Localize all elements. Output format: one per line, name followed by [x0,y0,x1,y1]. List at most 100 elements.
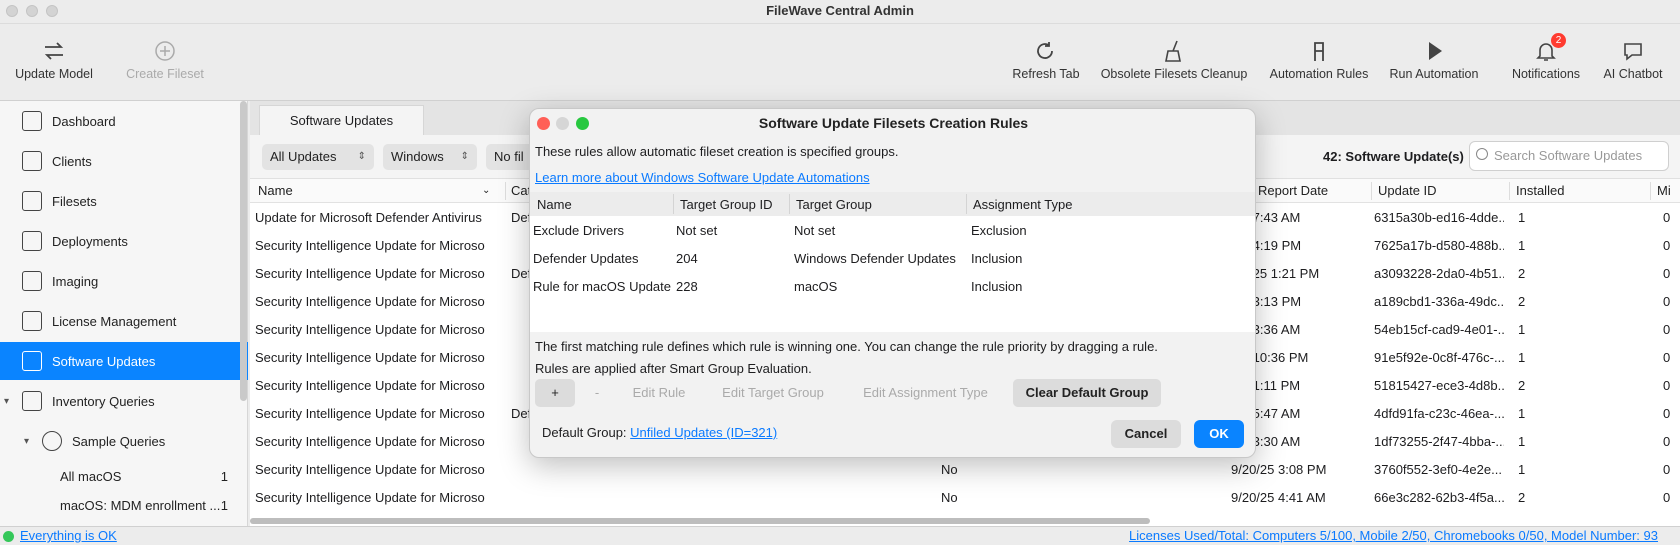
column-report-date[interactable]: Report Date [1258,183,1328,198]
search-placeholder: Search Software Updates [1494,148,1643,163]
cell-name: Security Intelligence Update for Microso… [255,294,485,309]
sidebar-scrollbar[interactable] [240,101,247,401]
cell-update-id: 6315a30b-ed16-4dde... [1374,210,1504,225]
sidebar-item-label: Dashboard [52,113,116,129]
rules-column-target-group[interactable]: Target Group [796,197,872,212]
cell-name: Security Intelligence Update for Microso… [255,238,485,253]
ok-button[interactable]: OK [1194,420,1244,448]
column-update-id[interactable]: Update ID [1378,183,1437,198]
sidebar-item-sample-queries[interactable]: ▾ Sample Queries [0,422,248,460]
inventory-queries-icon [22,391,42,411]
sidebar-item-filesets[interactable]: Filesets [0,182,248,220]
cell-update-id: 91e5f92e-0c8f-476c-... [1374,350,1504,365]
cell-missing: 0 [1663,462,1671,477]
rule-row[interactable]: Rule for macOS Update 228 macOS Inclusion [530,272,1255,300]
search-input[interactable]: Search Software Updates [1469,141,1669,171]
cell-installed: 1 [1518,406,1526,421]
sidebar-item-deployments[interactable]: Deployments [0,222,248,260]
sidebar-item-license-management[interactable]: License Management [0,302,248,340]
cell-installed: 2 [1518,378,1526,393]
cell-missing: 0 [1663,322,1671,337]
notifications-button[interactable]: 2 Notifications [1506,33,1586,81]
chevron-down-icon[interactable]: ▾ [24,436,29,447]
rules-column-target-id[interactable]: Target Group ID [680,197,773,212]
third-filter-value: No fil [494,149,524,164]
refresh-tab-button[interactable]: Refresh Tab [1008,37,1084,81]
query-count: 1 [220,497,228,513]
query-label: All macOS [60,468,122,484]
sidebar-item-label: Imaging [52,273,99,289]
close-window-button[interactable] [6,5,18,17]
sidebar-item-software-updates[interactable]: Software Updates [0,342,248,380]
chevron-down-icon[interactable]: ▾ [4,396,9,407]
default-group-link[interactable]: Unfiled Updates (ID=321) [630,425,777,440]
dialog-minimize-button[interactable] [556,117,569,130]
cell-installed: 2 [1518,490,1526,505]
clear-default-group-button[interactable]: Clear Default Group [1013,379,1161,407]
title-bar: FileWave Central Admin [0,0,1680,24]
edit-target-group-button[interactable]: Edit Target Group [708,379,838,407]
rule-assignment: Exclusion [971,223,1027,238]
update-model-button[interactable]: Update Model [14,37,94,81]
sidebar-item-dashboard[interactable]: Dashboard [0,102,248,140]
sidebar-item-clients[interactable]: Clients [0,142,248,180]
zoom-window-button[interactable] [46,5,58,17]
table-row[interactable]: Security Intelligence Update for Microso… [250,483,1680,511]
rule-target-group: Windows Defender Updates [794,251,956,266]
obsolete-filesets-cleanup-label: Obsolete Filesets Cleanup [1100,67,1248,81]
column-missing[interactable]: Mi [1657,183,1671,198]
sort-chevron-icon[interactable]: ⌄ [482,185,490,196]
rule-row[interactable]: Exclude Drivers Not set Not set Exclusion [530,216,1255,244]
platform-filter-select[interactable]: Windows ⇕ [383,144,477,170]
rule-name: Exclude Drivers [533,223,625,238]
rules-column-name[interactable]: Name [537,197,572,212]
cell-missing: 0 [1663,406,1671,421]
evaluation-note: Rules are applied after Smart Group Eval… [535,361,812,376]
table-row[interactable]: Security Intelligence Update for Microso… [250,455,1680,483]
toolbar: Update Model Create Fileset Refresh Tab … [0,25,1680,101]
cancel-button[interactable]: Cancel [1111,420,1181,448]
cell-installed: 2 [1518,266,1526,281]
update-model-icon [44,42,64,60]
run-automation-button[interactable]: Run Automation [1386,37,1482,81]
licenses-link[interactable]: Licenses Used/Total: Computers 5/100, Mo… [1129,528,1658,543]
rules-column-assignment[interactable]: Assignment Type [973,197,1072,212]
create-fileset-button[interactable]: Create Fileset [122,37,208,81]
sidebar-item-imaging[interactable]: Imaging [0,262,248,300]
update-model-label: Update Model [15,67,93,81]
cell-installed: 2 [1518,294,1526,309]
obsolete-filesets-cleanup-button[interactable]: Obsolete Filesets Cleanup [1097,37,1251,81]
column-installed[interactable]: Installed [1516,183,1564,198]
tab-software-updates[interactable]: Software Updates [259,105,424,137]
rule-assignment: Inclusion [971,279,1023,294]
dialog-zoom-button[interactable] [576,117,589,130]
ai-chatbot-button[interactable]: AI Chatbot [1598,37,1668,81]
updates-filter-select[interactable]: All Updates ⇕ [262,144,374,170]
edit-assignment-type-button[interactable]: Edit Assignment Type [848,379,1003,407]
cell-report-date: 9/20/25 3:08 PM [1231,462,1327,477]
column-name[interactable]: Name [258,183,293,198]
cell-flag: No [941,490,958,505]
remove-rule-button[interactable]: - [585,379,609,407]
sidebar-query-mdm-enrollment[interactable]: macOS: MDM enrollment ... 1 [0,490,248,520]
cell-update-id: a3093228-2da0-4b51... [1374,266,1504,281]
cell-missing: 0 [1663,294,1671,309]
sidebar-item-inventory-queries[interactable]: ▾ Inventory Queries [0,382,248,420]
minimize-window-button[interactable] [26,5,38,17]
status-bar: Everything is OK Licenses Used/Total: Co… [0,526,1680,545]
learn-more-link[interactable]: Learn more about Windows Software Update… [535,170,870,185]
edit-rule-button[interactable]: Edit Rule [619,379,699,407]
automation-rules-button[interactable]: Automation Rules [1266,37,1372,81]
horizontal-scrollbar[interactable] [250,518,1150,524]
add-rule-button[interactable]: + [535,379,575,407]
rule-target-group: macOS [794,279,838,294]
sidebar: Dashboard Clients Filesets Deployments I… [0,101,248,526]
dialog-close-button[interactable] [537,117,550,130]
status-link[interactable]: Everything is OK [20,528,117,543]
sidebar-item-label: Filesets [52,193,97,209]
column-separator [1509,182,1510,200]
cell-missing: 0 [1663,266,1671,281]
rule-row[interactable]: Defender Updates 204 Windows Defender Upda… [530,244,1255,272]
sidebar-query-all-macos[interactable]: All macOS 1 [0,461,248,491]
column-separator [673,194,674,214]
